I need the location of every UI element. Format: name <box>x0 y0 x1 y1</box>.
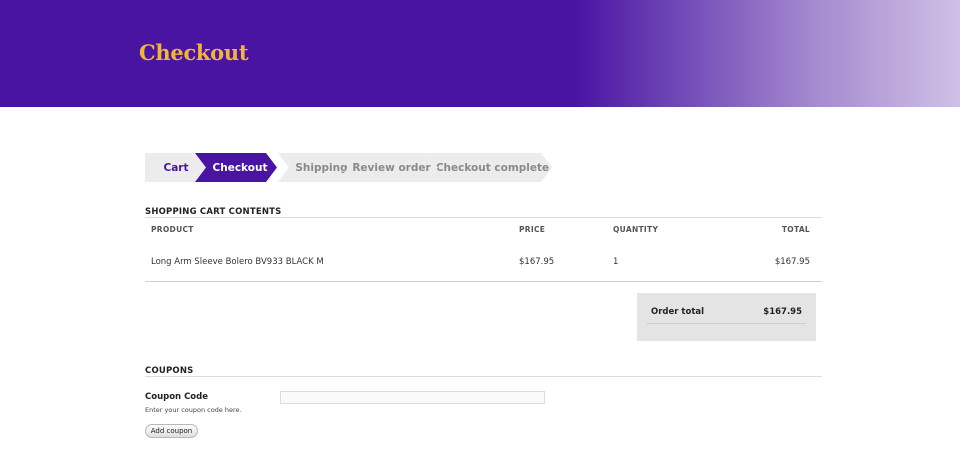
page-header: Checkout <box>0 0 960 107</box>
cart-section-title: SHOPPING CART CONTENTS <box>145 207 282 217</box>
divider <box>145 376 822 377</box>
add-coupon-button[interactable]: Add coupon <box>145 424 198 438</box>
order-total-label: Order total <box>651 307 705 317</box>
column-header-quantity: QUANTITY <box>613 225 659 234</box>
cell-product: Long Arm Sleeve Bolero BV933 BLACK M <box>151 257 324 267</box>
cell-quantity: 1 <box>613 257 619 267</box>
checkout-progress: Cart Checkout Shipping Review order Chec… <box>145 153 565 182</box>
step-review-order: Review order <box>337 153 438 182</box>
column-header-total: TOTAL <box>781 225 810 234</box>
step-label: Checkout <box>212 161 268 174</box>
divider <box>145 281 822 282</box>
page-title: Checkout <box>139 40 249 65</box>
step-checkout: Checkout <box>195 153 277 182</box>
step-label: Shipping <box>295 161 348 174</box>
step-cart[interactable]: Cart <box>145 153 207 182</box>
step-checkout-complete: Checkout complete <box>427 153 552 182</box>
order-total-value: $167.95 <box>763 307 802 317</box>
divider <box>647 323 806 324</box>
divider <box>145 217 822 218</box>
order-total-box: Order total $167.95 <box>637 293 816 341</box>
cell-price: $167.95 <box>519 257 555 267</box>
cell-total: $167.95 <box>774 257 810 267</box>
step-label: Review order <box>352 161 431 174</box>
coupon-code-input[interactable] <box>280 391 545 404</box>
step-label: Cart <box>163 161 189 174</box>
coupon-help-text: Enter your coupon code here. <box>145 406 242 414</box>
column-header-product: PRODUCT <box>151 225 194 234</box>
step-label: Checkout complete <box>435 161 550 174</box>
column-header-price: PRICE <box>519 225 546 234</box>
coupons-section-title: COUPONS <box>145 366 194 376</box>
coupon-code-label: Coupon Code <box>145 392 208 402</box>
